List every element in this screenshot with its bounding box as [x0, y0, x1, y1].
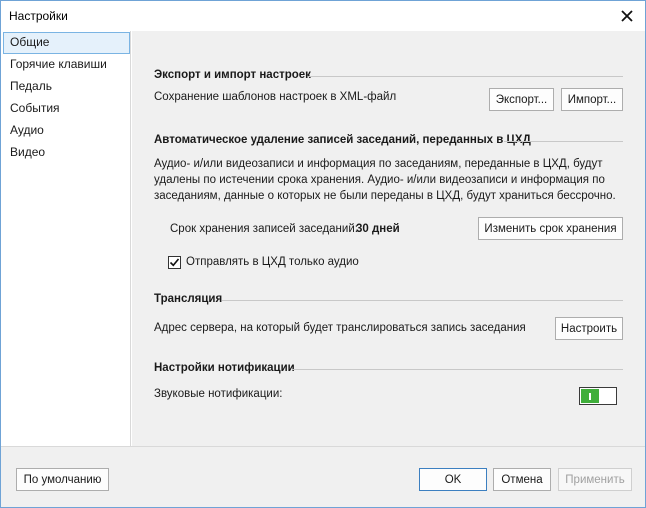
- autodelete-paragraph-line-3: заседаниям, данные о которых не были пер…: [154, 190, 616, 202]
- autodelete-paragraph-line-1: Аудио- и/или видеозаписи и информация по…: [154, 158, 603, 170]
- title-bar: Настройки: [1, 1, 645, 31]
- sound-notifications-toggle[interactable]: [579, 387, 617, 405]
- sidebar-item-events[interactable]: События: [3, 98, 130, 120]
- audio-only-checkbox[interactable]: [168, 256, 181, 269]
- broadcast-section-title: Трансляция: [154, 293, 223, 305]
- sidebar-item-audio[interactable]: Аудио: [3, 120, 130, 142]
- notifications-section-title: Настройки нотификации: [154, 362, 295, 374]
- close-button[interactable]: [615, 4, 639, 28]
- export-section-divider: [308, 76, 623, 77]
- import-button[interactable]: Импорт...: [561, 88, 623, 111]
- sidebar: Общие Горячие клавиши Педаль События Ауд…: [1, 31, 131, 446]
- sidebar-item-pedal[interactable]: Педаль: [3, 76, 130, 98]
- settings-content: Экспорт и импорт настроек Сохранение шаб…: [132, 31, 645, 446]
- checkmark-icon: [169, 258, 180, 267]
- sound-notifications-label: Звуковые нотификации:: [154, 388, 283, 400]
- autodelete-paragraph-line-2: удалены по истечении срока хранения. Ауд…: [154, 174, 605, 186]
- toggle-on-indicator: [581, 389, 599, 403]
- sidebar-item-hotkeys[interactable]: Горячие клавиши: [3, 54, 130, 76]
- export-section-title: Экспорт и импорт настроек: [154, 69, 311, 81]
- sidebar-item-video[interactable]: Видео: [3, 142, 130, 164]
- window-title: Настройки: [9, 9, 68, 23]
- settings-window: Настройки Общие Горячие клавиши Педаль С…: [0, 0, 646, 508]
- notifications-section-divider: [292, 369, 623, 370]
- broadcast-description: Адрес сервера, на который будет транслир…: [154, 322, 526, 334]
- autodelete-section-title: Автоматическое удаление записей заседани…: [154, 134, 531, 146]
- defaults-button[interactable]: По умолчанию: [16, 468, 109, 491]
- export-button[interactable]: Экспорт...: [489, 88, 554, 111]
- sidebar-item-general[interactable]: Общие: [3, 32, 130, 54]
- dialog-footer: По умолчанию OK Отмена Применить: [1, 446, 645, 507]
- cancel-button[interactable]: Отмена: [493, 468, 551, 491]
- export-description: Сохранение шаблонов настроек в XML-файл: [154, 91, 397, 103]
- configure-broadcast-button[interactable]: Настроить: [555, 317, 623, 340]
- broadcast-section-divider: [222, 300, 623, 301]
- autodelete-section-divider: [504, 141, 623, 142]
- audio-only-label: Отправлять в ЦХД только аудио: [186, 256, 359, 268]
- close-icon: [621, 10, 633, 22]
- autodelete-paragraph: Аудио- и/или видеозаписи и информация по…: [154, 156, 624, 204]
- change-retention-button[interactable]: Изменить срок хранения: [478, 217, 623, 240]
- retention-label: Срок хранения записей заседаний:: [170, 223, 358, 235]
- ok-button[interactable]: OK: [419, 468, 487, 491]
- retention-value: 30 дней: [356, 223, 400, 235]
- apply-button[interactable]: Применить: [558, 468, 632, 491]
